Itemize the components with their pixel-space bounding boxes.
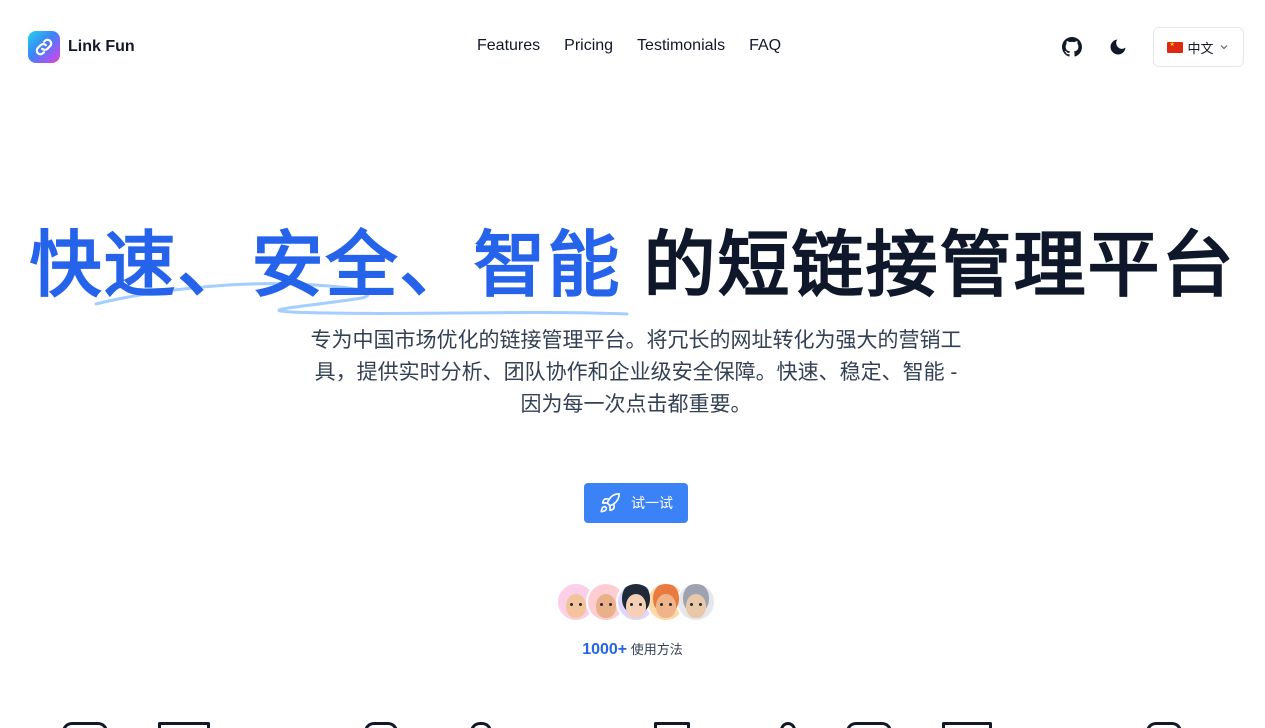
language-label: 中文 [1187,40,1214,56]
user-avatars [556,582,716,622]
nav-pricing[interactable]: Pricing [564,37,613,55]
try-button-label: 试一试 [631,495,673,511]
hero-title: 快速、安全、智能 的短链接管理平台 [0,226,1265,306]
partner-logo [364,722,398,728]
hero-subtitle: 专为中国市场优化的链接管理平台。将冗长的网址转化为强大的营销工具，提供实时分析、… [310,329,962,416]
partner-logo [1146,722,1182,728]
rocket-icon [600,493,620,513]
try-button[interactable]: 试一试 [584,483,688,523]
main-nav: Features Pricing Testimonials FAQ [477,37,781,55]
logo-strip [0,720,1265,728]
nav-features[interactable]: Features [477,37,540,55]
users-count: 1000+ 使用方法 [0,639,1265,659]
link-logo-icon [28,31,60,63]
partner-logo [846,722,892,728]
partner-logo [470,722,492,728]
users-count-number: 1000+ [582,641,628,658]
nav-testimonials[interactable]: Testimonials [637,37,725,55]
china-flag-icon [1167,41,1184,53]
hero-title-accent: 快速、安全、智能 [29,226,622,306]
language-selector[interactable]: 中文 [1153,27,1244,67]
github-icon[interactable] [1058,33,1086,61]
moon-icon[interactable] [1104,33,1132,61]
partner-logo [158,722,210,728]
partner-logo [942,722,992,728]
top-navbar: Link Fun Features Pricing Testimonials F… [0,0,1265,94]
partner-logo [780,722,796,728]
brand-name: Link Fun [68,38,135,55]
avatar [676,582,716,622]
brand[interactable]: Link Fun [28,31,135,63]
chevron-down-icon [1220,45,1227,50]
nav-faq[interactable]: FAQ [749,37,781,55]
users-count-label: 使用方法 [630,642,683,657]
partner-logo [62,722,108,728]
partner-logo [654,722,690,728]
hero-title-rest: 的短链接管理平台 [643,226,1236,306]
